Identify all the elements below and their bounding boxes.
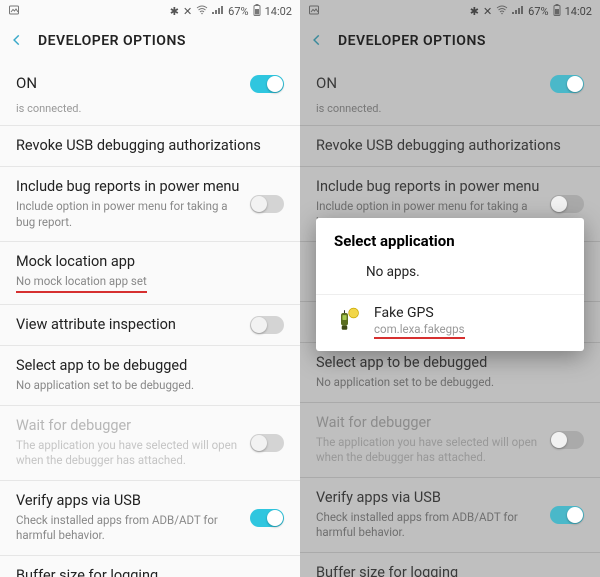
bugreport-toggle[interactable]	[250, 195, 284, 213]
status-bar: ✱ ✕ 67% 14:02	[300, 0, 600, 22]
buffer-size-row[interactable]: Buffer size for logging 256K per log buf…	[300, 553, 600, 577]
revoke-usb-row[interactable]: Revoke USB debugging authorizations	[300, 126, 600, 167]
bugreport-label: Include bug reports in power menu	[316, 178, 540, 197]
bug-report-row[interactable]: Include bug reports in power menu Includ…	[0, 167, 300, 241]
wifi-icon	[196, 5, 208, 18]
bugreport-sub: Include option in power menu for taking …	[16, 199, 240, 230]
master-toggle[interactable]	[250, 75, 284, 93]
wait-debugger-row: Wait for debugger The application you ha…	[0, 406, 300, 480]
back-icon[interactable]	[310, 32, 324, 51]
on-label: ON	[16, 74, 240, 94]
mock-sub: No mock location app set	[16, 274, 274, 293]
signal-icon	[212, 5, 224, 18]
verify-sub: Check installed apps from ADB/ADT for ha…	[316, 510, 540, 541]
waitdbg-toggle	[550, 431, 584, 449]
dialog-app-item[interactable]: Fake GPS com.lexa.fakegps	[316, 295, 584, 351]
mock-label: Mock location app	[16, 253, 274, 272]
verify-label: Verify apps via USB	[16, 492, 240, 511]
battery-icon	[553, 4, 561, 19]
battery-percent: 67%	[228, 5, 248, 18]
buffer-label: Buffer size for logging	[16, 567, 274, 577]
debugapp-label: Select app to be debugged	[316, 354, 574, 373]
select-debug-app-row[interactable]: Select app to be debugged No application…	[0, 346, 300, 404]
title-bar: DEVELOPER OPTIONS	[0, 22, 300, 60]
waitdbg-sub: The application you have selected will o…	[16, 438, 240, 469]
debugapp-sub: No application set to be debugged.	[16, 378, 274, 394]
mock-location-row[interactable]: Mock location app No mock location app s…	[0, 242, 300, 303]
clock-time: 14:02	[565, 5, 592, 18]
dialog-title: Select application	[316, 218, 584, 260]
mute-icon: ✕	[183, 5, 192, 18]
revoke-label: Revoke USB debugging authorizations	[16, 137, 274, 156]
dialog-app-name: Fake GPS	[374, 305, 465, 321]
waitdbg-toggle	[250, 434, 284, 452]
verify-apps-row[interactable]: Verify apps via USB Check installed apps…	[0, 481, 300, 555]
verify-toggle[interactable]	[250, 509, 284, 527]
connected-note: is connected.	[0, 102, 300, 125]
verify-toggle[interactable]	[550, 506, 584, 524]
fake-gps-app-icon	[334, 306, 362, 338]
bugreport-label: Include bug reports in power menu	[16, 178, 240, 197]
buffer-label: Buffer size for logging	[316, 564, 574, 577]
on-label: ON	[316, 74, 540, 94]
select-debug-app-row[interactable]: Select app to be debugged No application…	[300, 343, 600, 401]
page-title: DEVELOPER OPTIONS	[338, 33, 486, 49]
signal-icon	[512, 5, 524, 18]
viewattr-label: View attribute inspection	[16, 316, 240, 335]
image-icon	[308, 4, 320, 19]
revoke-usb-row[interactable]: Revoke USB debugging authorizations	[0, 126, 300, 167]
view-attribute-row[interactable]: View attribute inspection	[0, 305, 300, 346]
screen-left: ✱ ✕ 67% 14:02 DEVELOPER OPTIONS ON is co…	[0, 0, 300, 577]
revoke-label: Revoke USB debugging authorizations	[316, 137, 574, 156]
waitdbg-label: Wait for debugger	[16, 417, 240, 436]
buffer-size-row[interactable]: Buffer size for logging 256K per log buf…	[0, 556, 300, 577]
bluetooth-icon: ✱	[470, 5, 479, 18]
debugapp-label: Select app to be debugged	[16, 357, 274, 376]
dialog-no-apps[interactable]: No apps.	[316, 260, 584, 294]
title-bar: DEVELOPER OPTIONS	[300, 22, 600, 60]
verify-label: Verify apps via USB	[316, 489, 540, 508]
battery-percent: 67%	[528, 5, 548, 18]
waitdbg-label: Wait for debugger	[316, 414, 540, 433]
page-title: DEVELOPER OPTIONS	[38, 33, 186, 49]
screen-right: ✱ ✕ 67% 14:02 DEVELOPER OPTIONS ON is co…	[300, 0, 600, 577]
content-area: ON is connected. Revoke USB debugging au…	[0, 60, 300, 577]
back-icon[interactable]	[10, 32, 24, 51]
verify-apps-row[interactable]: Verify apps via USB Check installed apps…	[300, 478, 600, 552]
master-toggle-row[interactable]: ON	[300, 60, 600, 108]
viewattr-toggle[interactable]	[250, 316, 284, 334]
connected-note: is connected.	[300, 102, 600, 125]
wait-debugger-row: Wait for debugger The application you ha…	[300, 403, 600, 477]
wifi-icon	[496, 5, 508, 18]
debugapp-sub: No application set to be debugged.	[316, 375, 574, 391]
clock-time: 14:02	[265, 5, 292, 18]
dialog-app-package: com.lexa.fakegps	[374, 322, 465, 339]
status-bar: ✱ ✕ 67% 14:02	[0, 0, 300, 22]
image-icon	[8, 4, 20, 19]
battery-icon	[253, 4, 261, 19]
mute-icon: ✕	[483, 5, 492, 18]
bluetooth-icon: ✱	[170, 5, 179, 18]
waitdbg-sub: The application you have selected will o…	[316, 435, 540, 466]
bugreport-toggle[interactable]	[550, 195, 584, 213]
verify-sub: Check installed apps from ADB/ADT for ha…	[16, 513, 240, 544]
select-application-dialog: Select application No apps. Fake GPS com…	[316, 218, 584, 351]
master-toggle[interactable]	[550, 75, 584, 93]
master-toggle-row[interactable]: ON	[0, 60, 300, 108]
